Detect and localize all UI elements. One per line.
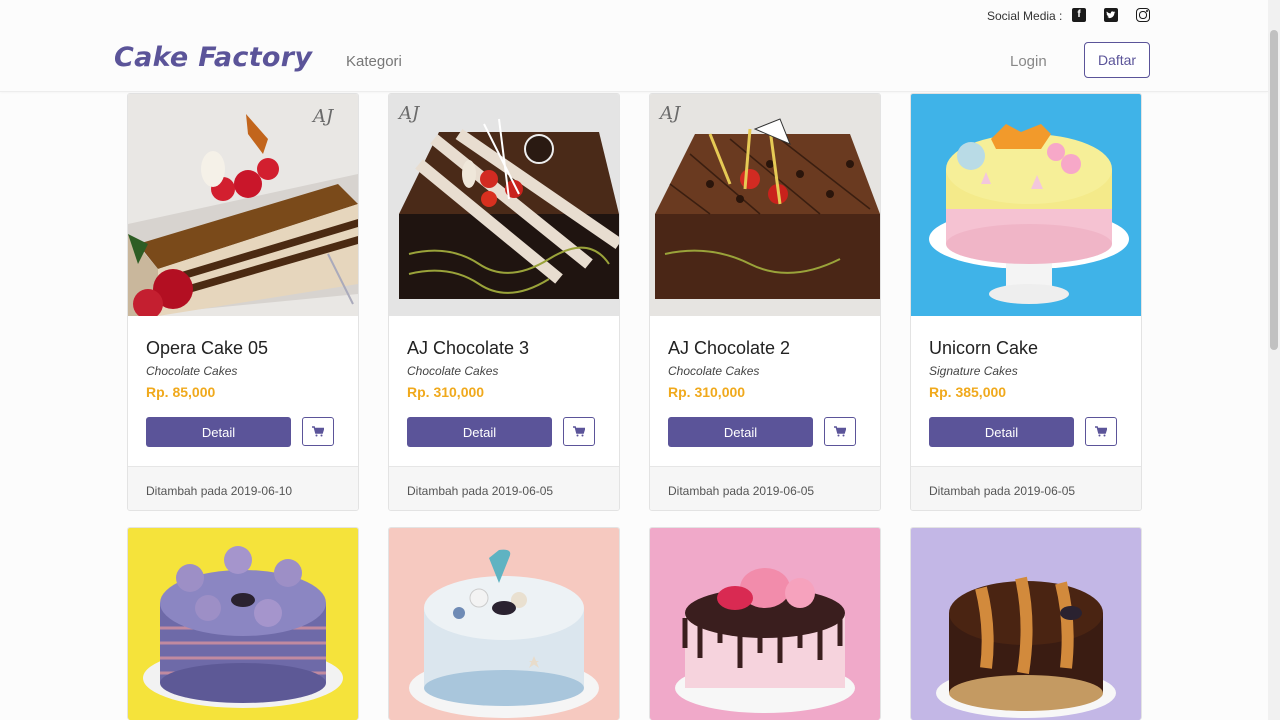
- cart-icon: [573, 426, 585, 437]
- product-price: Rp. 310,000: [407, 384, 485, 400]
- add-to-cart-button[interactable]: [1085, 417, 1117, 446]
- added-date: Ditambah pada 2019-06-05: [929, 484, 1076, 498]
- card-footer: Ditambah pada 2019-06-05: [650, 466, 880, 510]
- card-footer: Ditambah pada 2019-06-10: [128, 466, 358, 510]
- added-date: Ditambah pada 2019-06-05: [407, 484, 554, 498]
- add-to-cart-button[interactable]: [302, 417, 334, 446]
- product-category: Chocolate Cakes: [146, 364, 238, 378]
- product-card: [649, 527, 881, 720]
- add-to-cart-button[interactable]: [824, 417, 856, 446]
- product-image[interactable]: [389, 528, 619, 720]
- product-price: Rp. 310,000: [668, 384, 746, 400]
- product-price: Rp. 85,000: [146, 384, 216, 400]
- product-card: AJ AJ Chocolate 3 Chocolate Cakes Rp. 31…: [388, 93, 620, 511]
- navbar: Cake Factory Kategori Login Daftar: [0, 32, 1268, 92]
- scrollbar-thumb[interactable]: [1270, 30, 1278, 350]
- product-name[interactable]: Unicorn Cake: [929, 338, 1038, 359]
- product-card: AJ Opera Cake 05 Chocolate Cakes Rp. 85,…: [127, 93, 359, 511]
- product-card: [910, 527, 1142, 720]
- product-image-opera-cake[interactable]: AJ: [128, 94, 358, 316]
- svg-text:AJ: AJ: [397, 103, 421, 124]
- svg-text:AJ: AJ: [311, 106, 335, 127]
- added-date: Ditambah pada 2019-06-10: [146, 484, 293, 498]
- product-category: Signature Cakes: [929, 364, 1018, 378]
- card-footer: Ditambah pada 2019-06-05: [389, 466, 619, 510]
- detail-button[interactable]: Detail: [668, 417, 813, 447]
- product-name[interactable]: AJ Chocolate 3: [407, 338, 529, 359]
- brand-logo[interactable]: Cake Factory: [114, 42, 312, 73]
- detail-button[interactable]: Detail: [146, 417, 291, 447]
- product-image-aj-chocolate-3[interactable]: AJ: [389, 94, 619, 316]
- detail-button[interactable]: Detail: [407, 417, 552, 447]
- cart-icon: [1095, 426, 1107, 437]
- nav-login-link[interactable]: Login: [1010, 53, 1047, 70]
- product-category: Chocolate Cakes: [668, 364, 760, 378]
- product-card: [388, 527, 620, 720]
- product-card: Unicorn Cake Signature Cakes Rp. 385,000…: [910, 93, 1142, 511]
- cart-icon: [834, 426, 846, 437]
- product-price: Rp. 385,000: [929, 384, 1007, 400]
- product-image[interactable]: [128, 528, 358, 720]
- product-image[interactable]: [650, 528, 880, 720]
- product-image[interactable]: [911, 528, 1141, 720]
- product-name[interactable]: AJ Chocolate 2: [668, 338, 790, 359]
- twitter-icon[interactable]: [1104, 8, 1118, 22]
- social-media-label: Social Media :: [987, 9, 1063, 23]
- detail-button[interactable]: Detail: [929, 417, 1074, 447]
- page-scrollbar[interactable]: [1268, 0, 1280, 720]
- product-name[interactable]: Opera Cake 05: [146, 338, 268, 359]
- product-image-unicorn-cake[interactable]: [911, 94, 1141, 316]
- svg-text:AJ: AJ: [658, 103, 682, 124]
- product-card: [127, 527, 359, 720]
- nav-kategori-link[interactable]: Kategori: [346, 53, 402, 70]
- card-footer: Ditambah pada 2019-06-05: [911, 466, 1141, 510]
- added-date: Ditambah pada 2019-06-05: [668, 484, 815, 498]
- product-category: Chocolate Cakes: [407, 364, 499, 378]
- instagram-icon[interactable]: [1136, 8, 1150, 22]
- facebook-icon[interactable]: f: [1072, 8, 1086, 22]
- cart-icon: [312, 426, 324, 437]
- social-bar: Social Media : f: [0, 0, 1268, 32]
- add-to-cart-button[interactable]: [563, 417, 595, 446]
- register-button[interactable]: Daftar: [1084, 42, 1150, 78]
- product-card: AJ AJ Chocolate 2 Chocolate Cakes Rp. 31…: [649, 93, 881, 511]
- product-image-aj-chocolate-2[interactable]: AJ: [650, 94, 880, 316]
